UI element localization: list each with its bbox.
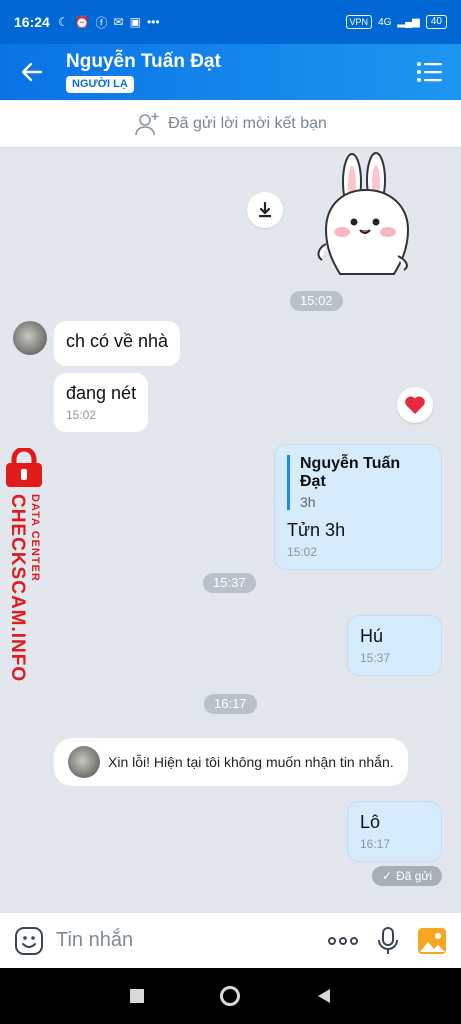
menu-list-icon: [417, 62, 442, 82]
contact-avatar[interactable]: [13, 321, 47, 355]
message-input[interactable]: Tin nhắn: [56, 929, 133, 952]
system-navigation-bar: [0, 968, 461, 1024]
reaction-button[interactable]: [397, 387, 433, 423]
timestamp-separator: 16:17: [204, 694, 257, 714]
quoted-message[interactable]: Nguyễn Tuấn Đạt 3h: [287, 455, 429, 510]
contact-name: Nguyễn Tuấn Đạt: [66, 51, 221, 72]
outgoing-message[interactable]: Hú 15:37: [347, 615, 442, 676]
quoted-text: 3h: [300, 494, 316, 510]
network-icon: 4G: [378, 16, 392, 28]
message-text: ch có về nhà: [66, 331, 169, 351]
timestamp-separator: 15:37: [203, 573, 256, 593]
battery-icon: 40: [425, 15, 447, 29]
status-bar: 16:24 ☾ ⏰ ⓕ ✉ ▣ ••• VPN 4G ▂▄▆ 40: [0, 0, 461, 44]
alarm-icon: ⏰: [74, 15, 90, 29]
sent-status: ✓ Đã gửi: [372, 866, 443, 886]
outgoing-message[interactable]: Lô 16:17: [347, 801, 442, 862]
message-input-bar: Tin nhắn: [0, 912, 461, 968]
back-nav-button[interactable]: [316, 988, 332, 1004]
notification-icons: ☾ ⏰ ⓕ ✉ ▣ •••: [58, 14, 160, 31]
mail-icon: ✉: [113, 15, 124, 29]
moon-icon: ☾: [57, 15, 69, 29]
auto-reply-text: Xin lỗi! Hiện tại tôi không muốn nhận ti…: [108, 754, 394, 770]
friend-request-bar[interactable]: Đã gửi lời mời kết bạn: [0, 100, 461, 148]
bunny-sticker[interactable]: [312, 152, 416, 280]
system-icons: VPN 4G ▂▄▆ 40: [345, 15, 447, 29]
message-time: 16:17: [360, 837, 391, 851]
home-button[interactable]: [219, 986, 240, 1006]
message-time: 15:02: [287, 545, 318, 559]
stranger-badge: NGƯỜI LẠ: [66, 76, 134, 93]
incoming-message[interactable]: đang nét 15:02: [54, 373, 149, 432]
recent-apps-button[interactable]: [129, 989, 144, 1003]
message-text: Hú: [360, 626, 384, 646]
chat-area[interactable]: 15:02 ch có về nhà đang nét 15:02 Nguyễn…: [0, 148, 461, 912]
more-notifications-icon: •••: [146, 15, 160, 29]
add-friend-icon: [135, 112, 159, 135]
sent-status-text: Đã gửi: [396, 869, 433, 883]
message-text: Tửn 3h: [287, 520, 346, 540]
message-time: 15:02: [66, 408, 97, 422]
zalo-icon: ▣: [129, 15, 141, 29]
message-text: Lô: [360, 812, 381, 832]
quoted-sender: Nguyễn Tuấn Đạt: [300, 455, 401, 490]
outgoing-reply-message[interactable]: Nguyễn Tuấn Đạt 3h Tửn 3h 15:02: [274, 444, 442, 570]
timestamp-separator: 15:02: [290, 291, 343, 311]
signal-icon: ▂▄▆: [397, 16, 420, 28]
download-icon: [259, 201, 271, 218]
status-time: 16:24: [14, 14, 50, 30]
message-text: đang nét: [66, 383, 137, 403]
watermark: DATA CENTER CHECKSCAM.INFO: [2, 448, 50, 682]
auto-reply-message[interactable]: Xin lỗi! Hiện tại tôi không muốn nhận ti…: [54, 738, 408, 786]
contact-avatar: [68, 746, 100, 778]
vpn-icon: VPN: [345, 15, 373, 29]
watermark-line1: DATA CENTER: [29, 494, 41, 582]
friend-request-text: Đã gửi lời mời kết bạn: [168, 114, 327, 132]
options-button[interactable]: [411, 54, 447, 90]
back-button[interactable]: [14, 54, 50, 90]
microphone-icon[interactable]: [377, 926, 399, 956]
heart-icon: [405, 396, 425, 414]
more-options-icon[interactable]: [327, 936, 359, 946]
emoji-icon[interactable]: [14, 926, 44, 956]
message-time: 15:37: [360, 651, 391, 665]
check-icon: ✓: [382, 869, 393, 883]
incoming-message[interactable]: ch có về nhà: [54, 321, 181, 366]
lock-icon: [6, 448, 42, 487]
contact-info[interactable]: Nguyễn Tuấn Đạt NGƯỜI LẠ: [66, 51, 221, 93]
chat-header: Nguyễn Tuấn Đạt NGƯỜI LẠ: [0, 44, 461, 100]
arrow-left-icon: [21, 62, 43, 82]
download-button[interactable]: [247, 192, 283, 228]
watermark-line2: CHECKSCAM.INFO: [7, 494, 28, 683]
image-picker-icon[interactable]: [417, 927, 447, 955]
input-tools: [327, 926, 447, 956]
facebook-icon: ⓕ: [95, 15, 108, 30]
